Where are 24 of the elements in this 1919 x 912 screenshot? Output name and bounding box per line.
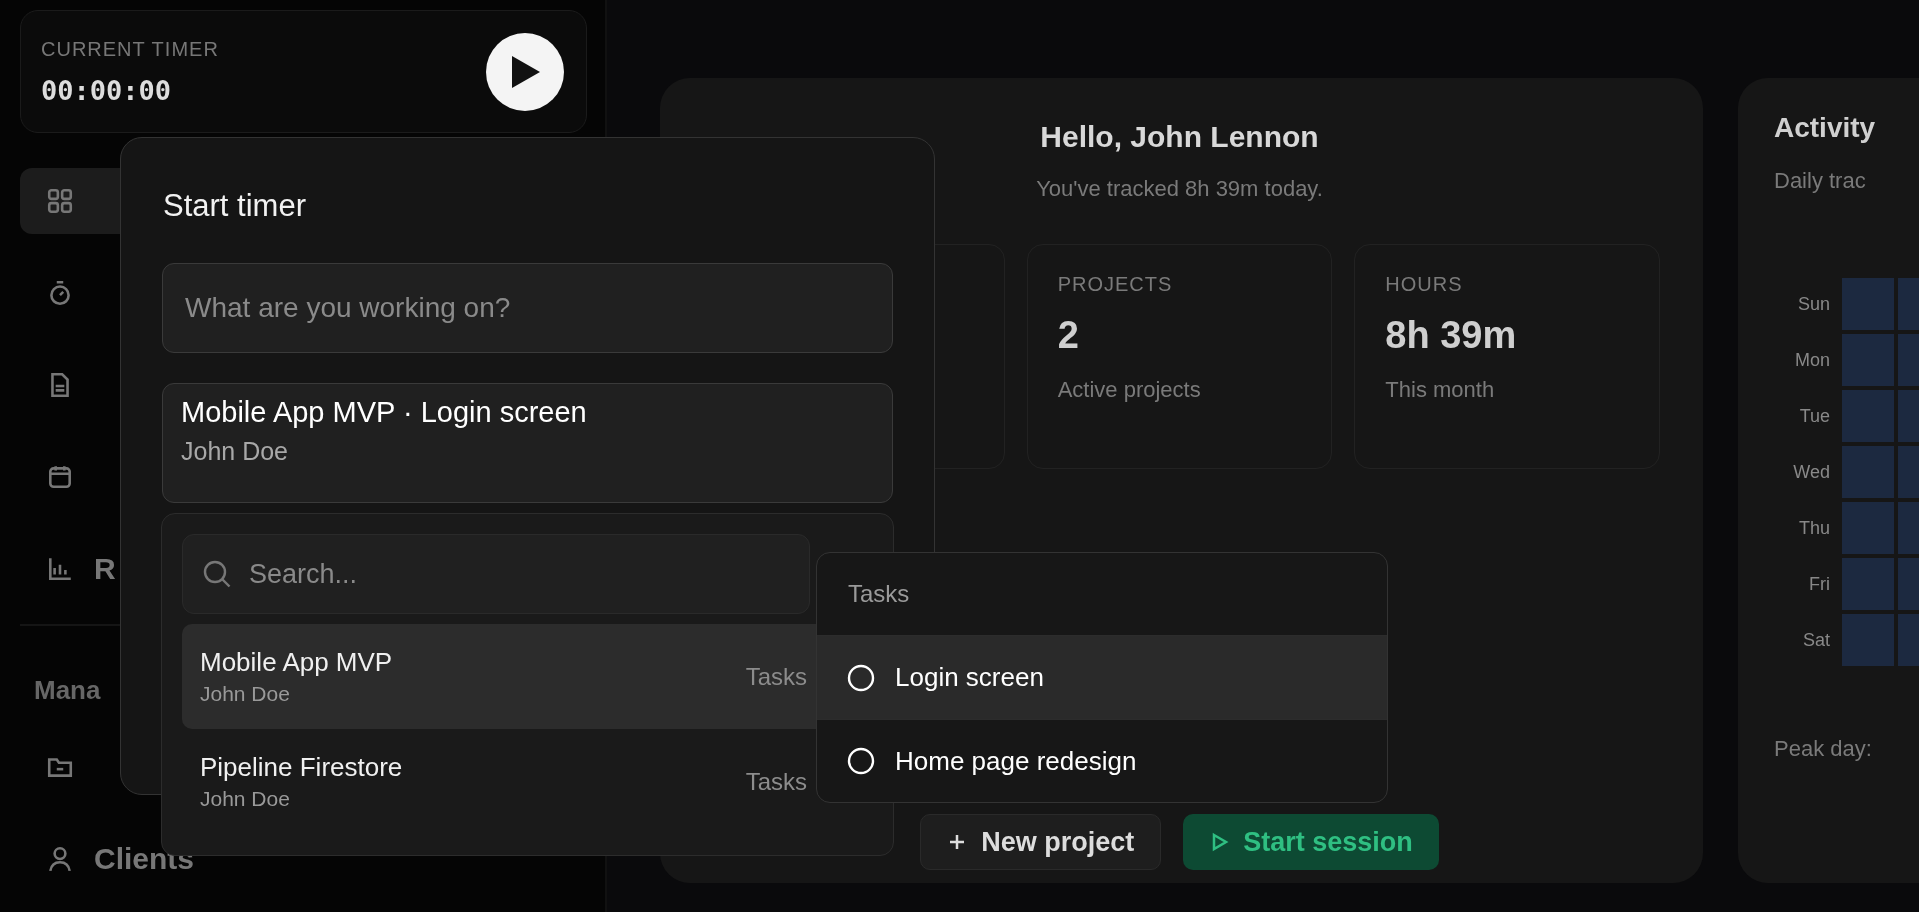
day-label: Fri: [1809, 573, 1830, 595]
day-label: Mon: [1795, 349, 1830, 371]
greeting-subtitle: You've tracked 8h 39m today.: [1036, 176, 1323, 202]
peak-day-label: Peak day:: [1774, 736, 1873, 762]
day-label: Sat: [1802, 629, 1830, 651]
stat-value: 2: [1057, 314, 1080, 357]
stat-note: Active projects: [1057, 377, 1202, 403]
card-title: Activity: [1774, 112, 1877, 144]
stat-label: HOURS: [1385, 273, 1464, 296]
stat-value: 8h 39m: [1385, 314, 1518, 357]
stat-label: PROJECTS: [1057, 273, 1174, 296]
day-label: Sun: [1797, 293, 1830, 315]
day-label: Wed: [1793, 461, 1830, 483]
day-label: Thu: [1798, 517, 1830, 539]
popover-title: Start timer: [163, 188, 306, 224]
nav-label: R: [94, 552, 116, 586]
timer-label: CURRENT TIMER: [41, 37, 219, 61]
menu-title: Tasks: [848, 580, 910, 608]
day-label: Tue: [1799, 405, 1830, 427]
timer-display: 00:00:00: [41, 74, 173, 106]
greeting: Hello, John Lennon: [1040, 120, 1319, 154]
stat-note: This month: [1385, 377, 1496, 403]
section-label: Mana: [34, 675, 101, 706]
card-subtitle: Daily trac: [1774, 168, 1867, 194]
